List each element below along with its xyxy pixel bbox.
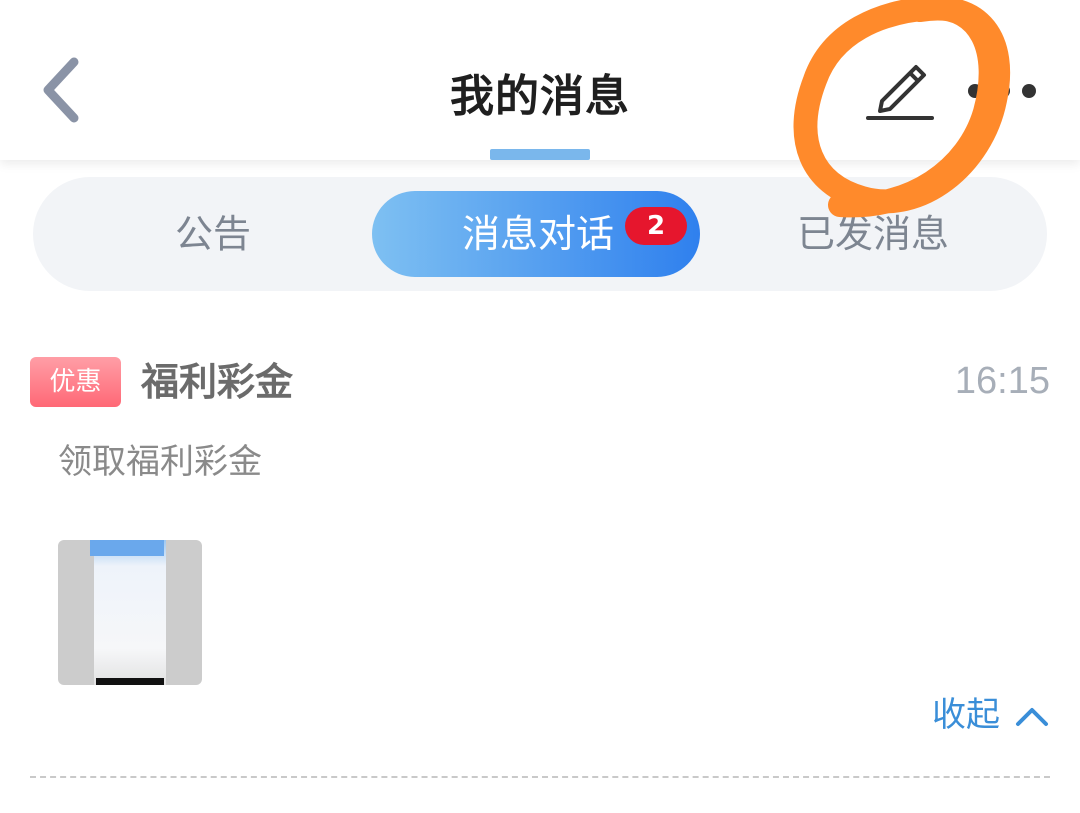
message-title: 福利彩金 <box>141 360 294 404</box>
collapse-button[interactable]: 收起 <box>932 690 1052 740</box>
image-footer-strip <box>96 678 164 685</box>
tab-sent[interactable]: 已发消息 <box>773 177 973 291</box>
title-underline <box>490 149 590 160</box>
message-tabs: 公告 消息对话 2 已发消息 <box>33 177 1047 291</box>
pencil-icon <box>866 65 934 120</box>
chevron-up-icon <box>1016 708 1048 726</box>
tab-conversations-label: 消息对话 <box>462 212 615 256</box>
image-header-strip <box>90 540 164 556</box>
edit-button[interactable] <box>862 55 938 125</box>
image-content <box>94 540 166 685</box>
more-button[interactable] <box>960 70 1045 114</box>
message-body: 领取福利彩金 <box>58 442 262 482</box>
message-image[interactable] <box>58 540 202 685</box>
unread-badge: 2 <box>625 207 687 245</box>
tab-announcements[interactable]: 公告 <box>113 177 313 291</box>
tab-conversations[interactable]: 消息对话 2 <box>372 191 700 277</box>
message-time: 16:15 <box>954 360 1050 402</box>
promo-tag: 优惠 <box>30 357 121 407</box>
top-bar: 我的消息 <box>0 0 1080 160</box>
collapse-label: 收起 <box>932 695 1000 735</box>
dashed-divider <box>30 776 1050 778</box>
